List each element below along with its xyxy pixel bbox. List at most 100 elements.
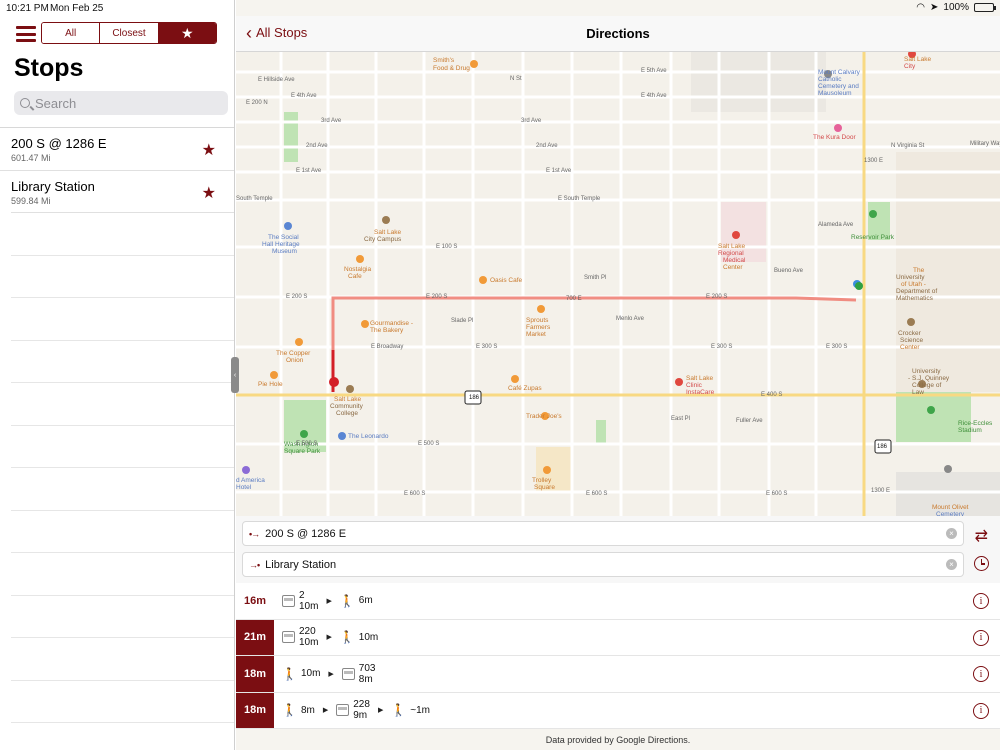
- origin-marker-icon: •→: [249, 528, 260, 539]
- departure-time-clock-icon[interactable]: [974, 556, 989, 571]
- map-label: E 600 S: [404, 491, 425, 497]
- favorite-star-icon[interactable]: ★: [202, 140, 216, 160]
- map-label: Smith Pl: [584, 275, 606, 281]
- route-info-icon[interactable]: i: [973, 629, 989, 646]
- map-university: [896, 152, 1000, 392]
- status-date: Mon Feb 25: [50, 3, 104, 14]
- step-arrow-icon: ▶: [328, 670, 334, 678]
- bus-ride-time: 8m: [358, 673, 373, 685]
- map-label: E 600 S: [586, 491, 607, 497]
- hamburger-menu-icon[interactable]: [16, 26, 36, 42]
- stops-sidebar: All Closest ★ Stops 200 S @ 1286 E 601.4…: [0, 0, 235, 750]
- status-bar: 10:21 PM Mon Feb 25 ◠ ➤ 100%: [0, 0, 1000, 16]
- destination-field[interactable]: →• Library Station ×: [242, 552, 964, 577]
- map-label: Menlo Ave: [616, 316, 645, 322]
- bus-step: 228 9m: [336, 699, 370, 721]
- split-view-handle[interactable]: ‹: [231, 357, 239, 393]
- map-label: University: [896, 274, 925, 281]
- map-label: E 5th Ave: [641, 68, 667, 74]
- bus-line-stack: 228 9m: [353, 699, 370, 721]
- stop-item[interactable]: 200 S @ 1286 E 601.47 Mi ★: [0, 128, 234, 171]
- walk-step: 🚶 10m: [340, 630, 378, 644]
- walking-person-icon: 🚶: [339, 630, 355, 645]
- stop-item[interactable]: Library Station 599.84 Mi ★: [11, 171, 234, 213]
- search-input[interactable]: [35, 95, 215, 111]
- segment-favorites[interactable]: ★: [158, 23, 216, 43]
- navigation-bar: ‹ All Stops Directions: [236, 16, 1000, 52]
- map-label: Hotel: [236, 484, 252, 491]
- map-label: E 4th Ave: [291, 93, 317, 99]
- bus-line-stack: 220 10m: [299, 626, 318, 648]
- search-bar[interactable]: [14, 91, 228, 115]
- map-label: Museum: [272, 248, 297, 255]
- map-label: d America: [236, 477, 265, 484]
- route-info-icon[interactable]: i: [973, 593, 989, 609]
- map-label: Square Park: [284, 448, 321, 455]
- favorite-star-icon[interactable]: ★: [202, 183, 216, 203]
- clear-origin-icon[interactable]: ×: [946, 528, 957, 539]
- empty-row: [11, 638, 234, 681]
- map-label: The Social: [268, 234, 299, 241]
- walk-time: 10m: [300, 668, 321, 680]
- map-label: - S.J. Quinney: [908, 375, 950, 382]
- attribution-text: Data provided by Google Directions.: [545, 735, 691, 745]
- stop-distance: 601.47 Mi: [11, 153, 51, 163]
- step-arrow-icon: ▶: [377, 707, 384, 715]
- route-duration: 16m: [243, 594, 267, 607]
- map-label: The: [913, 267, 925, 274]
- map-label: 2nd Ave: [536, 143, 558, 149]
- map-label: Gourmandise -: [370, 320, 413, 327]
- walking-person-icon: 🚶: [282, 666, 297, 681]
- empty-row: [11, 256, 234, 298]
- map-stadium-field: [896, 392, 971, 442]
- map-label: Salt Lake: [334, 396, 361, 403]
- segment-all[interactable]: All: [42, 23, 101, 43]
- map-label: 186: [877, 444, 888, 450]
- map-label: East Pl: [671, 416, 690, 422]
- bus-step: 220 10m: [282, 626, 318, 648]
- route-options-list: 16m 2 10m ▶ 🚶 6m i 21m 220 10m ▶ 🚶 10m i 18m 🚶 10m ▶ 703 8m…: [236, 583, 1000, 729]
- map-label: E Hillside Ave: [258, 77, 295, 83]
- bus-icon: [282, 631, 295, 644]
- route-option-row[interactable]: 18m 🚶 10m ▶ 703 8m i: [236, 656, 1000, 693]
- route-option-row[interactable]: 18m 🚶 8m ▶ 228 9m ▶ 🚶 ~1m i: [236, 692, 1000, 729]
- map-cemetery-area: [691, 52, 826, 112]
- clear-destination-icon[interactable]: ×: [946, 559, 957, 570]
- route-steps: 220 10m ▶ 🚶 10m: [274, 626, 378, 648]
- segment-closest[interactable]: Closest: [100, 23, 159, 43]
- stop-list: 200 S @ 1286 E 601.47 Mi ★ Library Stati…: [0, 127, 234, 723]
- map-label: E 300 S: [476, 344, 497, 350]
- map-label: Mathematics: [896, 295, 934, 302]
- route-steps: 2 10m ▶ 🚶 6m: [274, 590, 373, 612]
- map-label: N St: [510, 76, 522, 82]
- route-option-row[interactable]: 16m 2 10m ▶ 🚶 6m i: [236, 583, 1000, 620]
- map-label: Reservoir Park: [851, 234, 895, 241]
- walk-step: 🚶 10m: [282, 667, 320, 681]
- map-label: InstaCare: [686, 389, 715, 396]
- map-label: 3rd Ave: [521, 118, 542, 124]
- map-label: E 200 S: [426, 294, 447, 300]
- map-start-marker-icon[interactable]: [329, 377, 339, 387]
- battery-icon: [974, 3, 996, 12]
- bus-line-stack: 2 10m: [299, 590, 318, 612]
- map-label: Bueno Ave: [774, 268, 804, 274]
- map-label: Rice-Eccles: [958, 420, 993, 427]
- swap-directions-icon[interactable]: ⇄: [975, 526, 988, 546]
- route-duration: 18m: [236, 692, 274, 728]
- origin-field[interactable]: •→ 200 S @ 1286 E ×: [242, 521, 964, 546]
- route-info-icon[interactable]: i: [973, 666, 989, 682]
- map-label: Square: [534, 484, 555, 491]
- filter-segmented-control: All Closest ★: [41, 22, 217, 44]
- stop-distance: 599.84 Mi: [11, 195, 51, 206]
- nav-title: Directions: [586, 26, 650, 41]
- map-label: Salt Lake: [686, 375, 713, 382]
- map-label: 186: [469, 395, 480, 401]
- empty-row: [11, 596, 234, 638]
- route-endpoints: •→ 200 S @ 1286 E × →• Library Station ×…: [236, 516, 1000, 583]
- map-label: Regional: [718, 250, 744, 257]
- map-label: Salt Lake: [718, 243, 745, 250]
- route-info-icon[interactable]: i: [973, 702, 989, 719]
- directions-panel: ‹ All Stops Directions Smith's Food & Dr…: [236, 0, 1000, 750]
- route-option-row[interactable]: 21m 220 10m ▶ 🚶 10m i: [236, 619, 1000, 656]
- map-view[interactable]: Smith's Food & Drug Mount Calvary Catholic C…: [236, 52, 1000, 516]
